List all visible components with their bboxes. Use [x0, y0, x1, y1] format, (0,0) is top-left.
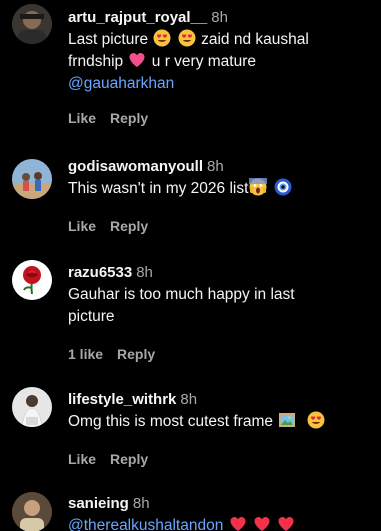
username[interactable]: lifestyle_withrk — [68, 391, 176, 408]
face-screaming-icon — [249, 178, 268, 196]
avatar[interactable] — [12, 387, 52, 427]
mention-link[interactable]: @gauaharkhan — [68, 75, 174, 92]
smiling-face-with-heart-eyes-icon — [307, 411, 325, 429]
username[interactable]: razu6533 — [68, 264, 132, 281]
reply-button[interactable]: Reply — [110, 110, 148, 126]
framed-picture-icon — [278, 411, 296, 429]
likes-count[interactable]: 1 like — [68, 346, 103, 362]
avatar[interactable] — [12, 4, 52, 44]
timestamp: 8h — [136, 264, 153, 281]
red-heart-icon — [229, 515, 247, 531]
comments-list: artu_rajput_royal__ 8h Last picture zaid … — [0, 0, 381, 531]
red-heart-icon — [277, 515, 295, 531]
username[interactable]: artu_rajput_royal__ — [68, 9, 207, 26]
like-button[interactable]: Like — [68, 218, 96, 234]
mention-link[interactable]: @therealkushaltandon — [68, 517, 223, 531]
comment-text: Gauhar is too much happy in last picture — [68, 286, 295, 325]
timestamp: 8h — [180, 391, 198, 408]
reply-button[interactable]: Reply — [110, 451, 148, 467]
red-heart-icon — [253, 515, 271, 531]
avatar[interactable] — [12, 260, 52, 300]
timestamp: 8h — [132, 495, 150, 512]
timestamp: 8h — [211, 9, 228, 26]
nazar-amulet-icon — [274, 178, 292, 196]
smiling-face-with-heart-eyes-icon — [178, 29, 196, 47]
username[interactable]: sanieing — [68, 495, 129, 512]
timestamp: 8h — [207, 158, 224, 175]
like-button[interactable]: Like — [68, 451, 96, 467]
pink-heart-icon — [128, 51, 146, 69]
avatar[interactable] — [12, 492, 52, 531]
comment-text: @therealkushaltandon — [68, 515, 373, 531]
comment-text: This wasn't in my 2026 list — [68, 178, 373, 200]
reply-button[interactable]: Reply — [110, 218, 148, 234]
comment-text: Last picture zaid nd kaushal frndship u … — [68, 29, 309, 92]
comment-text: Omg this is most cutest frame — [68, 411, 373, 433]
like-button[interactable]: Like — [68, 110, 96, 126]
reply-button[interactable]: Reply — [117, 346, 155, 362]
avatar[interactable] — [12, 159, 52, 199]
username[interactable]: godisawomanyoull — [68, 158, 203, 175]
smiling-face-with-heart-eyes-icon — [153, 29, 171, 47]
